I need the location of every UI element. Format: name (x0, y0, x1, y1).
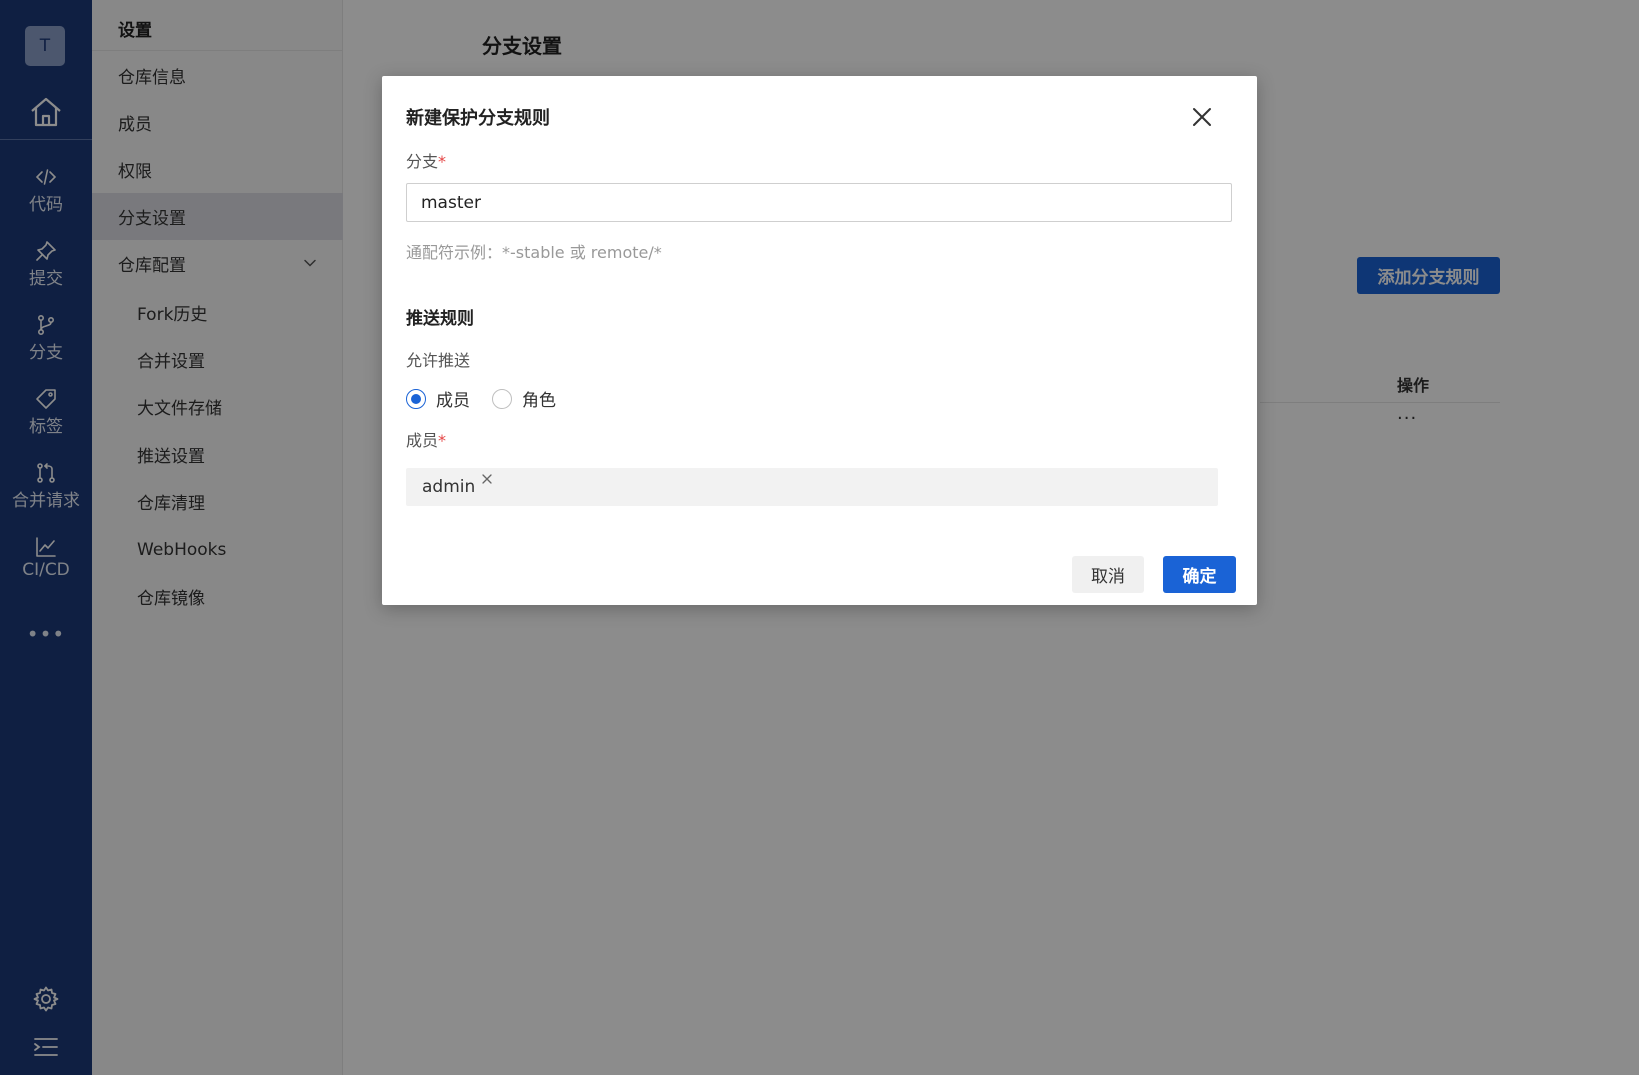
radio-role-circle[interactable] (492, 388, 512, 409)
close-icon[interactable] (1191, 106, 1213, 128)
members-label-text: 成员 (406, 431, 439, 450)
radio-role-label: 角色 (522, 391, 556, 411)
branch-label: 分支* (406, 148, 446, 172)
required-mark: * (438, 152, 447, 171)
allow-push-label: 允许推送 (406, 351, 471, 370)
radio-member-circle[interactable] (406, 388, 426, 409)
radio-role[interactable]: 角色 (492, 386, 556, 411)
branch-label-text: 分支 (406, 152, 439, 171)
push-rules-heading: 推送规则 (406, 309, 474, 329)
remove-tag-icon[interactable] (481, 473, 493, 485)
member-tag-label: admin (422, 477, 476, 497)
required-mark: * (438, 431, 447, 450)
member-tag: admin (412, 472, 497, 502)
allow-push-radio-group: 成员 角色 (406, 386, 578, 411)
radio-member-label: 成员 (436, 391, 470, 411)
cancel-button[interactable]: 取消 (1072, 556, 1144, 593)
confirm-button[interactable]: 确定 (1163, 556, 1236, 593)
new-protected-branch-dialog: 新建保护分支规则 分支* master 通配符示例：*-stable 或 rem… (382, 76, 1257, 605)
branch-input[interactable]: master (406, 183, 1232, 222)
members-select[interactable]: admin (406, 468, 1218, 506)
members-label: 成员* (406, 427, 446, 451)
radio-member[interactable]: 成员 (406, 386, 470, 411)
dialog-title: 新建保护分支规则 (406, 108, 550, 129)
wildcard-hint: 通配符示例：*-stable 或 remote/* (406, 243, 662, 262)
